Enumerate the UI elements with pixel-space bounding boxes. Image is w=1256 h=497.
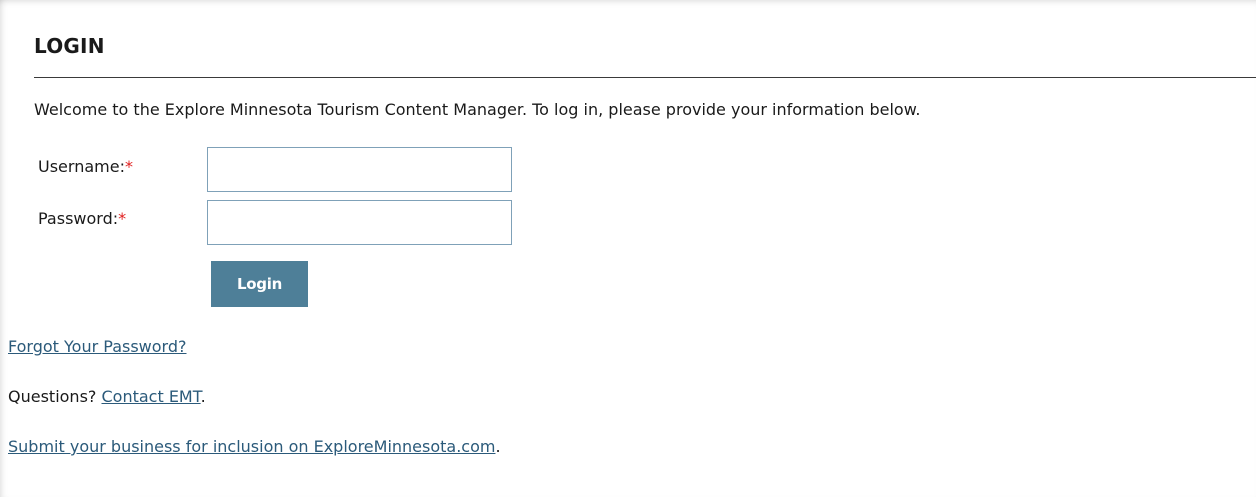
submit-business-line: Submit your business for inclusion on Ex… xyxy=(8,437,501,456)
login-panel: LOGIN Welcome to the Explore Minnesota T… xyxy=(0,0,1256,497)
forgot-password-line: Forgot Your Password? xyxy=(8,337,187,356)
questions-suffix: . xyxy=(200,387,206,406)
username-label-text: Username: xyxy=(38,157,125,176)
password-label-text: Password: xyxy=(38,209,119,228)
page-title: LOGIN xyxy=(34,34,105,58)
title-divider xyxy=(34,77,1256,78)
password-label: Password:* xyxy=(38,209,126,228)
welcome-text: Welcome to the Explore Minnesota Tourism… xyxy=(34,100,921,119)
forgot-password-link[interactable]: Forgot Your Password? xyxy=(8,337,187,356)
password-input[interactable] xyxy=(207,200,512,245)
submit-business-link[interactable]: Submit your business for inclusion on Ex… xyxy=(8,437,495,456)
questions-line: Questions? Contact EMT. xyxy=(8,387,206,406)
login-button[interactable]: Login xyxy=(211,261,308,307)
username-label: Username:* xyxy=(38,157,133,176)
questions-text: Questions? xyxy=(8,387,102,406)
submit-business-suffix: . xyxy=(495,437,501,456)
contact-emt-link[interactable]: Contact EMT xyxy=(101,387,200,406)
password-required-mark: * xyxy=(118,209,127,228)
username-required-mark: * xyxy=(124,157,133,176)
username-input[interactable] xyxy=(207,147,512,192)
